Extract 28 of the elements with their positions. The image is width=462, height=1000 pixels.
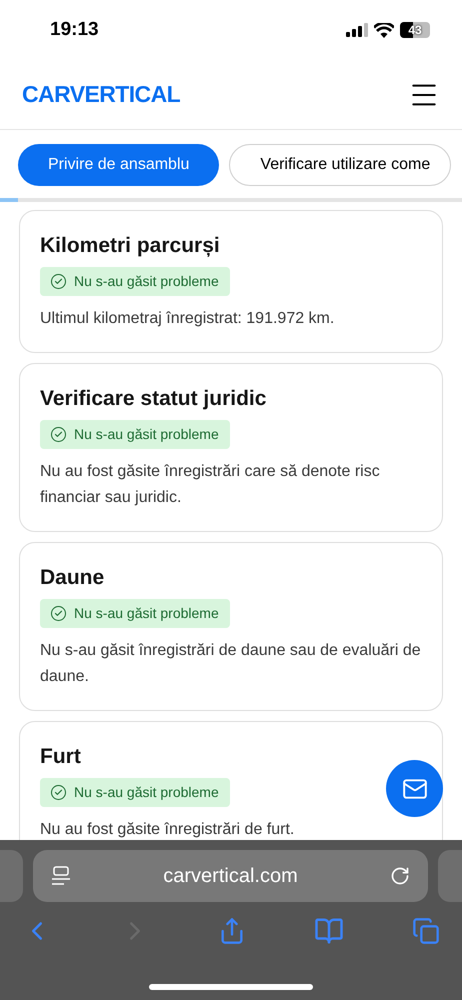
reload-icon[interactable] xyxy=(390,866,410,886)
card-description: Nu au fost găsite înregistrări de furt. xyxy=(40,820,296,840)
card-description: Ultimul kilometraj înregistrat: 191.972 km. xyxy=(40,309,336,329)
card-title: Kilometri parcurși xyxy=(40,233,221,259)
card-title: Furt xyxy=(40,744,82,770)
tabs-icon xyxy=(412,917,440,945)
reader-icon[interactable] xyxy=(51,866,71,886)
address-bar[interactable]: carvertical.com xyxy=(33,850,428,902)
status-text: Nu s-au găsit probleme xyxy=(74,604,219,623)
card-title: Daune xyxy=(40,565,106,591)
adjacent-tab-edge[interactable] xyxy=(438,850,462,902)
tab[interactable]: Privire de ansamblu xyxy=(18,144,220,186)
tab[interactable]: Verificare utilizare come xyxy=(229,144,452,186)
card-title: Verificare statut juridic xyxy=(40,386,268,412)
status-text: Nu s-au găsit probleme xyxy=(74,425,219,444)
clock-time: 19:13 xyxy=(50,18,99,42)
book-icon xyxy=(314,916,344,946)
signal-icon xyxy=(346,23,368,37)
card-description: Nu au fost găsite înregistrări care să denote risc financiar sau juridic. xyxy=(40,462,381,508)
tabs-button[interactable] xyxy=(412,917,440,945)
card-description: Nu s-au găsit înregistrări de daune sau de evaluări de daune. xyxy=(40,641,422,687)
url-text[interactable]: carvertical.com xyxy=(163,861,298,891)
adjacent-tab-edge[interactable] xyxy=(0,850,23,902)
bookmarks-button[interactable] xyxy=(314,916,344,946)
status-text: Nu s-au găsit probleme xyxy=(74,272,219,291)
logo[interactable]: CARVERTICAL xyxy=(22,77,180,112)
status-text: Nu s-au găsit probleme xyxy=(74,783,219,802)
wifi-icon xyxy=(374,22,394,38)
